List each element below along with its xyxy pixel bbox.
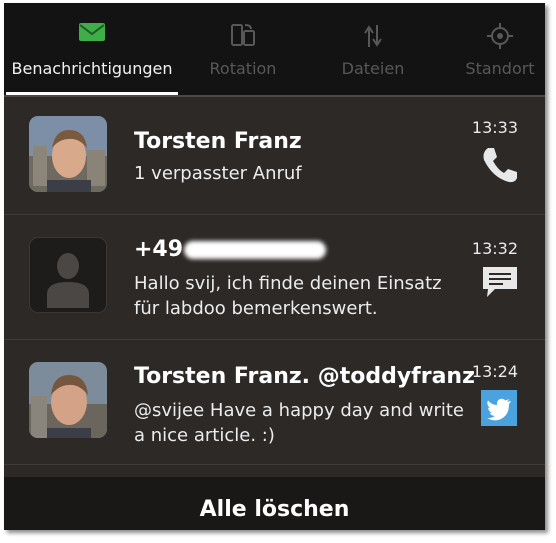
notification-title: Torsten Franz xyxy=(134,129,302,154)
rotation-icon xyxy=(231,23,255,51)
notification-body: Hallo svij, ich finde deinen Einsatz für… xyxy=(134,273,442,319)
tab-rotation[interactable]: Rotation xyxy=(180,3,306,95)
notification-time: 13:32 xyxy=(471,239,518,258)
notification-twitter[interactable]: Torsten Franz. @toddyfranz @svijee Have … xyxy=(4,340,545,465)
tab-label: Benachrichtigungen xyxy=(11,59,173,78)
avatar-placeholder xyxy=(29,237,107,313)
notification-body: @svijee Have a happy day and write a nic… xyxy=(134,400,465,446)
avatar xyxy=(29,362,107,438)
transfer-icon xyxy=(363,23,383,53)
clear-all-button[interactable]: Alle löschen xyxy=(4,477,545,530)
notification-body: 1 verpasster Anruf xyxy=(134,163,302,184)
avatar xyxy=(29,116,107,192)
envelope-icon xyxy=(79,23,105,45)
redacted-number xyxy=(184,241,326,259)
notification-title: Torsten Franz. @toddyfranz xyxy=(134,364,475,389)
tab-label: Standort xyxy=(465,59,535,78)
notification-time: 13:33 xyxy=(471,118,518,137)
notification-title: +49 xyxy=(134,237,184,262)
twitter-icon xyxy=(481,390,517,430)
notification-missed-call[interactable]: Torsten Franz 1 verpasster Anruf 13:33 xyxy=(4,97,545,215)
location-icon xyxy=(487,23,513,53)
notification-sms[interactable]: +49 Hallo svij, ich finde deinen Einsatz… xyxy=(4,215,545,340)
notification-time: 13:24 xyxy=(471,362,518,381)
tab-label: Rotation xyxy=(209,59,277,78)
phone-icon xyxy=(479,145,519,189)
tab-location[interactable]: Standort xyxy=(440,3,545,95)
notification-panel: Benachrichtigungen Rotation Dateien Stan… xyxy=(4,3,545,530)
tab-label: Dateien xyxy=(341,59,405,78)
indicator-tab-bar: Benachrichtigungen Rotation Dateien Stan… xyxy=(4,3,545,95)
message-icon xyxy=(481,265,519,303)
tab-files[interactable]: Dateien xyxy=(306,3,440,95)
tab-notifications[interactable]: Benachrichtigungen xyxy=(4,3,180,95)
